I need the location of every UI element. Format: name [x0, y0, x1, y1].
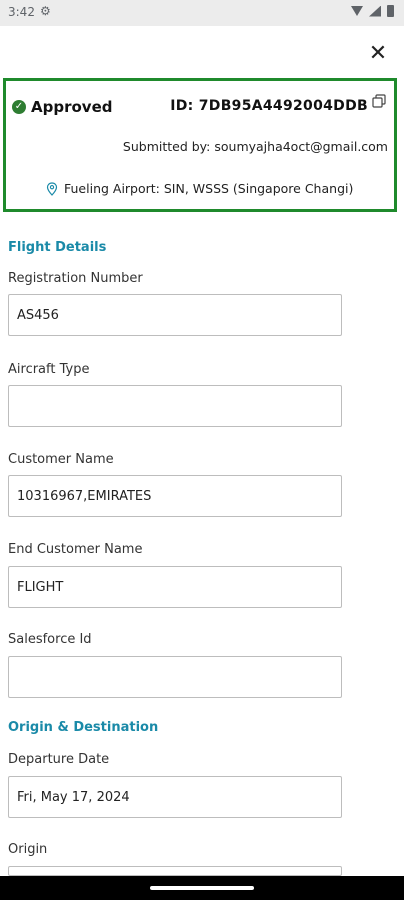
close-button[interactable]: ✕: [366, 42, 390, 66]
status-time: 3:42: [8, 5, 35, 19]
origin-input[interactable]: [8, 866, 342, 876]
fueling-airport: Fueling Airport: SIN, WSSS (Singapore Ch…: [46, 181, 353, 196]
departure-date-label: Departure Date: [8, 752, 110, 767]
approved-status: ✓ Approved: [12, 98, 112, 116]
section-origin-destination: Origin & Destination: [8, 720, 159, 735]
settings-gear-icon: ⚙: [40, 4, 51, 18]
salesforce-id-input[interactable]: [8, 656, 342, 698]
customer-name-label: Customer Name: [8, 452, 114, 467]
origin-label: Origin: [8, 842, 48, 857]
aircraft-type-label: Aircraft Type: [8, 362, 90, 377]
fueling-airport-text: Fueling Airport: SIN, WSSS (Singapore Ch…: [64, 181, 354, 196]
battery-icon: [387, 5, 394, 17]
registration-number-label: Registration Number: [8, 271, 143, 286]
customer-name-input[interactable]: 10316967,EMIRATES: [8, 475, 342, 517]
system-status-bar: 3:42 ⚙: [0, 0, 404, 26]
end-customer-name-input[interactable]: FLIGHT: [8, 566, 342, 608]
wifi-icon: [351, 6, 363, 16]
location-pin-icon: [46, 181, 58, 196]
signal-icon: [369, 5, 381, 17]
section-flight-details: Flight Details: [8, 240, 107, 255]
home-handle[interactable]: [150, 886, 254, 890]
check-circle-icon: ✓: [12, 100, 26, 114]
aircraft-type-input[interactable]: [8, 385, 342, 427]
status-label: Approved: [31, 98, 113, 116]
request-status-card: ✓ Approved ID: 7DB95A4492004DDB Submitte…: [3, 78, 397, 212]
end-customer-name-label: End Customer Name: [8, 542, 143, 557]
navigation-bar: [0, 876, 404, 900]
request-id: ID: 7DB95A4492004DDB: [170, 98, 368, 114]
registration-number-input[interactable]: AS456: [8, 294, 342, 336]
salesforce-id-label: Salesforce Id: [8, 632, 92, 647]
submitted-by: Submitted by: soumyajha4oct@gmail.com: [122, 139, 388, 154]
status-icons: [351, 5, 394, 17]
departure-date-input[interactable]: Fri, May 17, 2024: [8, 776, 342, 818]
copy-icon[interactable]: [372, 94, 386, 108]
